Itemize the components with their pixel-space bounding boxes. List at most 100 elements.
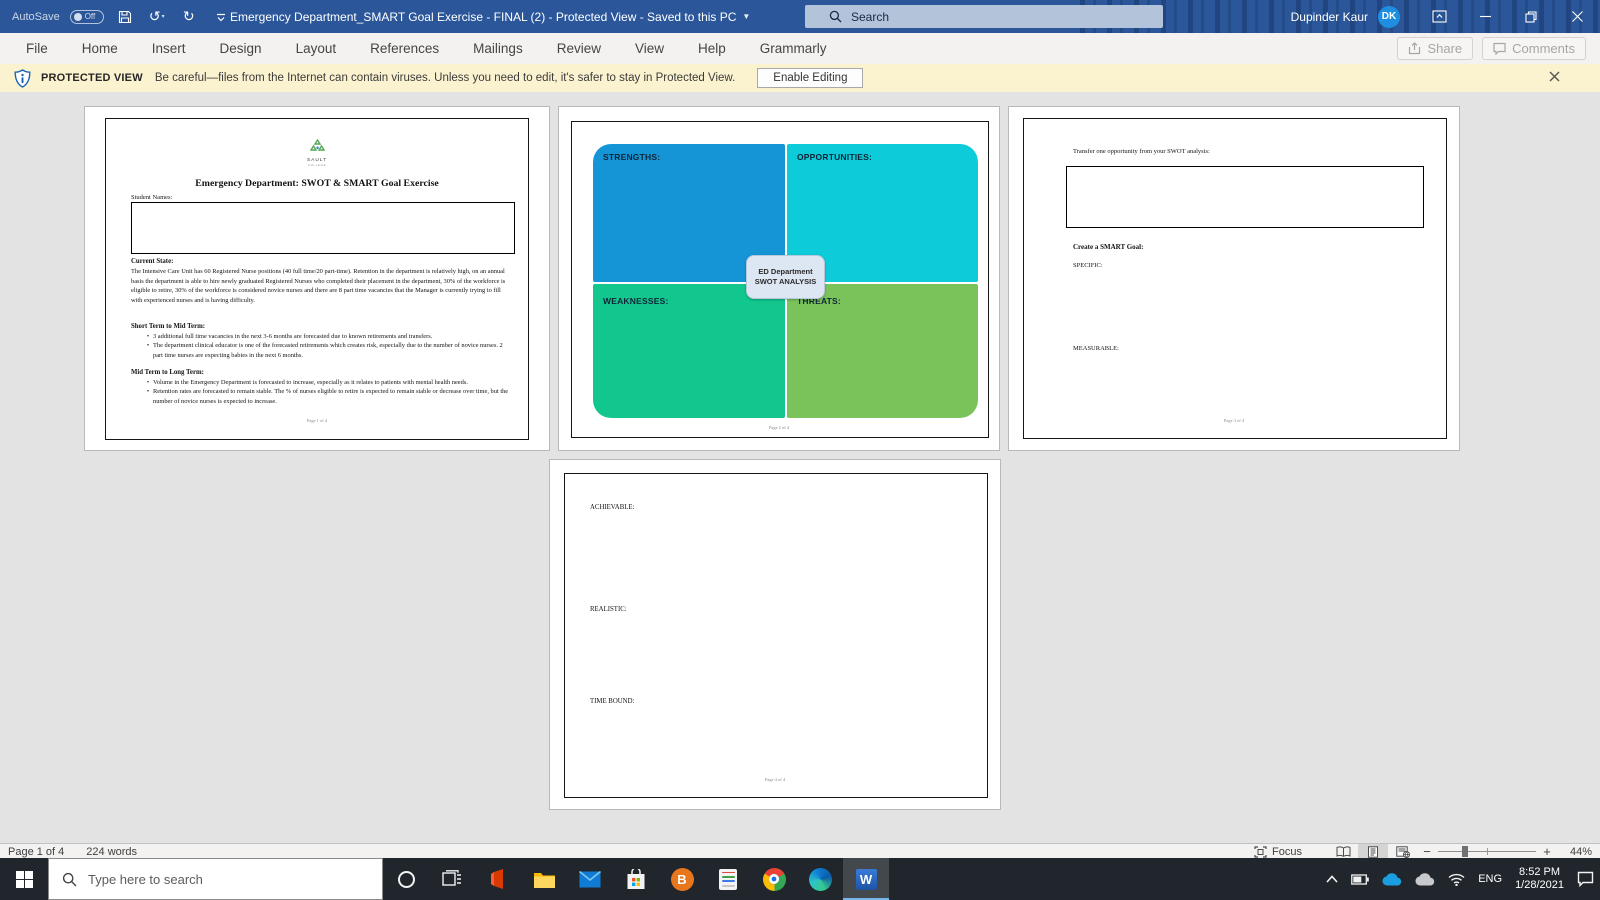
- page4-footer: Page 4 of 4: [764, 777, 786, 782]
- zoom-out-button[interactable]: −: [1418, 844, 1436, 859]
- tab-mailings[interactable]: Mailings: [456, 33, 540, 64]
- document-page-2[interactable]: STRENGTHS: OPPORTUNITIES: WEAKNESSES: TH…: [558, 106, 1000, 451]
- tab-review[interactable]: Review: [540, 33, 618, 64]
- autosave-state-label: Off: [84, 12, 96, 21]
- task-view-icon[interactable]: [429, 858, 475, 900]
- cortana-icon[interactable]: [383, 858, 429, 900]
- document-page-3[interactable]: Transfer one opportunity from your SWOT …: [1008, 106, 1460, 451]
- notes-app-icon[interactable]: [705, 858, 751, 900]
- comments-label: Comments: [1512, 41, 1575, 56]
- zoom-slider[interactable]: [1438, 844, 1536, 859]
- share-button[interactable]: Share: [1397, 37, 1474, 60]
- student-names-label: Student Names:: [131, 194, 173, 201]
- quick-access-toolbar-icon[interactable]: [210, 5, 232, 29]
- language-indicator[interactable]: ENG: [1478, 873, 1502, 885]
- action-center-icon[interactable]: [1577, 871, 1594, 887]
- minimize-button[interactable]: [1462, 0, 1508, 33]
- tab-help[interactable]: Help: [681, 33, 743, 64]
- windows-logo-icon: [15, 870, 33, 888]
- page1-footer: Page 1 of 4: [306, 418, 328, 423]
- onedrive-cloud-icon[interactable]: [1382, 872, 1402, 886]
- opportunity-box[interactable]: [1066, 166, 1424, 228]
- tray-expand-chevron-icon[interactable]: [1326, 875, 1338, 883]
- tab-insert[interactable]: Insert: [135, 33, 203, 64]
- chrome-icon[interactable]: [751, 858, 797, 900]
- edge-icon[interactable]: [797, 858, 843, 900]
- mail-app-icon[interactable]: [567, 858, 613, 900]
- title-dropdown-caret-icon[interactable]: ▼: [742, 12, 750, 21]
- page4-border: [564, 473, 988, 798]
- tab-design[interactable]: Design: [203, 33, 279, 64]
- microsoft-store-icon[interactable]: [613, 858, 659, 900]
- time-bound-label: TIME BOUND:: [590, 698, 635, 705]
- comments-icon: [1493, 42, 1506, 55]
- page2-footer: Page 2 of 4: [768, 425, 790, 430]
- ribbon-tab-bar: File Home Insert Design Layout Reference…: [0, 33, 1600, 64]
- orange-b-app-icon[interactable]: B: [659, 858, 705, 900]
- save-icon[interactable]: [114, 5, 136, 29]
- clock[interactable]: 8:52 PM 1/28/2021: [1515, 866, 1564, 892]
- close-button[interactable]: [1554, 0, 1600, 33]
- print-layout-button[interactable]: [1358, 844, 1388, 859]
- restore-button[interactable]: [1508, 0, 1554, 33]
- swot-center-line1: ED Department: [758, 267, 813, 276]
- tab-grammarly[interactable]: Grammarly: [743, 33, 844, 64]
- student-names-box[interactable]: [131, 202, 515, 254]
- logo-subtitle: COLLEGE: [307, 163, 327, 167]
- document-page-1[interactable]: SAULT COLLEGE Emergency Department: SWOT…: [84, 106, 550, 451]
- document-page-4[interactable]: ACHIEVABLE: REALISTIC: TIME BOUND: Page …: [549, 459, 1001, 810]
- cloud-status-icon[interactable]: [1415, 872, 1435, 886]
- enable-editing-button[interactable]: Enable Editing: [757, 68, 864, 88]
- word-app-icon[interactable]: W: [843, 858, 889, 900]
- tab-layout[interactable]: Layout: [279, 33, 354, 64]
- tray-date: 1/28/2021: [1515, 879, 1564, 891]
- document-title: Emergency Department: SWOT & SMART Goal …: [195, 178, 439, 189]
- avatar[interactable]: DK: [1378, 5, 1400, 28]
- file-explorer-icon[interactable]: [521, 858, 567, 900]
- search-icon: [829, 10, 842, 23]
- opportunities-label: OPPORTUNITIES:: [797, 152, 873, 162]
- protected-view-banner: PROTECTED VIEW Be careful—files from the…: [0, 64, 1600, 92]
- smart-goal-heading: Create a SMART Goal:: [1073, 243, 1144, 251]
- mid-term-heading: Mid Term to Long Term:: [131, 369, 204, 376]
- taskbar-search-input[interactable]: Type here to search: [48, 858, 383, 900]
- swot-weaknesses-quadrant[interactable]: WEAKNESSES:: [593, 284, 785, 418]
- page-indicator[interactable]: Page 1 of 4: [8, 846, 64, 858]
- zoom-level[interactable]: 44%: [1556, 846, 1592, 858]
- current-state-text: The Intensive Care Unit has 60 Registere…: [131, 268, 506, 304]
- web-layout-button[interactable]: [1388, 844, 1418, 859]
- focus-button[interactable]: Focus: [1254, 846, 1302, 858]
- search-input[interactable]: Search: [805, 5, 1163, 28]
- battery-icon[interactable]: [1351, 873, 1370, 885]
- office-app-icon[interactable]: [475, 858, 521, 900]
- start-button[interactable]: [0, 858, 48, 900]
- focus-label: Focus: [1272, 845, 1302, 858]
- autosave-toggle[interactable]: Off: [69, 9, 104, 24]
- zoom-slider-center-tick: [1487, 848, 1488, 855]
- swot-threats-quadrant[interactable]: THREATS:: [787, 284, 978, 418]
- realistic-label: REALISTIC:: [590, 606, 627, 613]
- window-title-text: Emergency Department_SMART Goal Exercise…: [230, 9, 737, 24]
- autosave-toggle-knob: [73, 12, 82, 21]
- tab-home[interactable]: Home: [65, 33, 135, 64]
- user-name[interactable]: Dupinder Kaur: [1291, 10, 1368, 24]
- achievable-label: ACHIEVABLE:: [590, 504, 635, 511]
- zoom-in-button[interactable]: +: [1538, 844, 1556, 859]
- tab-view[interactable]: View: [618, 33, 681, 64]
- word-count[interactable]: 224 words: [86, 846, 137, 858]
- titlebar: AutoSave Off ↺ ▾ ↻ Emergency Department_S…: [0, 0, 1600, 33]
- tab-file[interactable]: File: [9, 33, 65, 64]
- read-mode-button[interactable]: [1328, 844, 1358, 859]
- status-bar: Page 1 of 4 224 words Focus − + 44%: [0, 843, 1600, 859]
- comments-button[interactable]: Comments: [1482, 37, 1586, 60]
- banner-close-icon[interactable]: [1549, 71, 1560, 85]
- wifi-icon[interactable]: [1448, 873, 1465, 886]
- zoom-slider-handle[interactable]: [1462, 846, 1468, 857]
- redo-icon[interactable]: ↻: [178, 5, 200, 29]
- ribbon-display-options-icon[interactable]: [1416, 0, 1462, 33]
- tab-references[interactable]: References: [353, 33, 456, 64]
- short-term-bullets: • 3 additional full time vacancies in the…: [143, 332, 509, 360]
- page3-footer: Page 3 of 4: [1223, 418, 1245, 423]
- list-item: • The department clinical educator is one…: [146, 342, 503, 359]
- undo-icon[interactable]: ↺ ▾: [146, 5, 168, 29]
